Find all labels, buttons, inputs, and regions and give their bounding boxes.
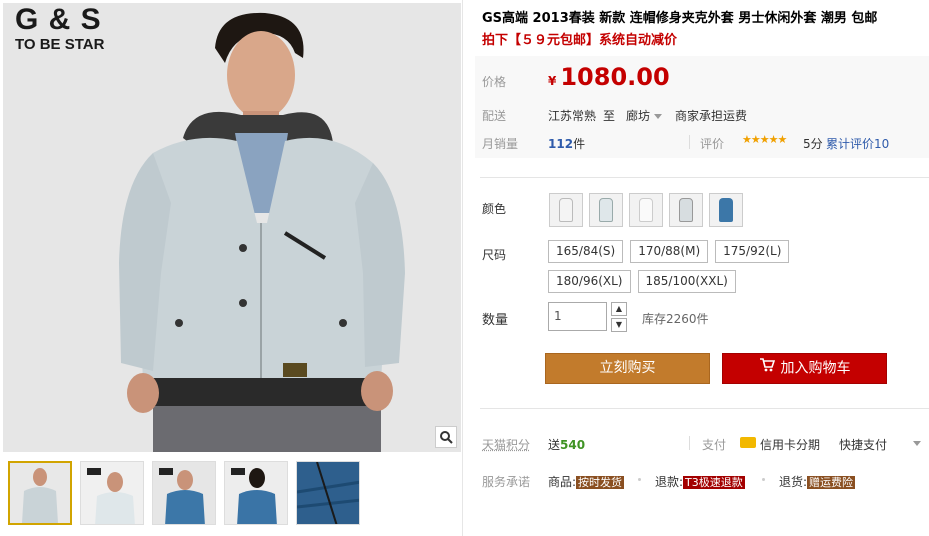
shipping-to-word: 至 [603, 109, 616, 123]
brand-logo-main: G & S [15, 3, 102, 36]
credit-card-icon [740, 437, 756, 448]
size-option[interactable]: 175/92(L) [715, 240, 790, 263]
divider [689, 135, 690, 149]
color-label: 颜色 [482, 202, 507, 216]
separator-dot [762, 478, 765, 481]
shipping-origin: 江苏常熟 [548, 109, 597, 123]
main-product-image[interactable]: G & S TO BE STAR [3, 3, 461, 452]
sales-unit: 件 [573, 137, 586, 151]
points-value: 送540 [548, 436, 585, 453]
product-title: GS高端 2013春装 新款 连帽修身夹克外套 男士休闲外套 潮男 包邮 [482, 11, 878, 26]
promise-prefix: 商品: [548, 475, 577, 489]
promise-prefix: 退款: [655, 475, 684, 489]
promise-item-refund[interactable]: 退款: T3极速退款 [655, 473, 745, 490]
color-swatch-5[interactable] [709, 193, 743, 227]
shipping-destination: 廊坊 [626, 109, 651, 123]
shipping-destination-select[interactable]: 廊坊 [626, 107, 663, 124]
size-label: 尺码 [482, 248, 507, 262]
divider [480, 177, 929, 178]
price-amount: 1080.00 [560, 63, 670, 91]
points-prefix: 送 [548, 438, 561, 452]
brand-logo: G & S TO BE STAR [15, 3, 105, 53]
promise-tag: 赠运费险 [807, 476, 856, 489]
sales-count: 112 [548, 137, 574, 151]
size-option[interactable]: 180/96(XL) [548, 270, 631, 293]
model-jacket-illustration [3, 3, 461, 452]
rating-score: 5分 [803, 137, 823, 151]
chevron-down-icon [654, 114, 663, 119]
divider [480, 408, 929, 409]
promise-tag: T3极速退款 [683, 476, 745, 489]
promise-item-shipping[interactable]: 商品: 按时发货 [548, 473, 625, 490]
buy-now-button[interactable]: 立刻购买 [545, 353, 710, 384]
promise-item-return[interactable]: 退货: 赠运费险 [779, 473, 856, 490]
credit-card-installment[interactable]: 信用卡分期 [760, 436, 820, 453]
cart-icon [759, 354, 775, 383]
payment-label: 支付 [702, 438, 727, 452]
quantity-label: 数量 [482, 313, 509, 328]
promo-text: 拍下【５９元包邮】系统自动减价 [482, 33, 678, 48]
add-to-cart-label: 加入购物车 [780, 360, 851, 377]
points-amount: 540 [560, 438, 586, 452]
thumbnail-1[interactable] [8, 461, 72, 525]
currency-symbol: ¥ [548, 74, 557, 88]
color-swatches [549, 193, 743, 227]
monthly-sales: 112件 [548, 135, 585, 152]
product-gallery: G & S TO BE STAR [0, 0, 463, 536]
thumbnail-2[interactable] [80, 461, 144, 525]
points-label[interactable]: 天猫积分 [482, 436, 530, 453]
chevron-down-icon[interactable] [913, 441, 921, 446]
size-option[interactable]: 170/88(M) [630, 240, 709, 263]
quick-pay[interactable]: 快捷支付 [839, 436, 887, 453]
price-label: 价格 [482, 75, 507, 89]
thumbnail-3[interactable] [152, 461, 216, 525]
thumbnail-strip [8, 461, 360, 525]
magnifier-icon[interactable] [435, 426, 457, 448]
star-rating-icon: ★★★★★ [742, 133, 787, 146]
sales-label: 月销量 [482, 137, 519, 151]
quantity-increase-button[interactable]: ▲ [611, 302, 627, 316]
brand-logo-tagline: TO BE STAR [15, 36, 105, 53]
promise-prefix: 退货: [779, 475, 808, 489]
color-swatch-2[interactable] [589, 193, 623, 227]
service-promise-label: 服务承诺 [482, 475, 531, 489]
separator-dot [638, 478, 641, 481]
quantity-decrease-button[interactable]: ▼ [611, 318, 627, 332]
divider [689, 436, 690, 450]
shipping-fee-text: 商家承担运费 [675, 109, 748, 123]
review-count-link[interactable]: 累计评价10 [826, 135, 889, 152]
price-value: ¥1080.00 [548, 63, 670, 91]
rating-label: 评价 [700, 137, 725, 151]
add-to-cart-button[interactable]: 加入购物车 [722, 353, 887, 384]
color-swatch-1[interactable] [549, 193, 583, 227]
promise-tag: 按时发货 [576, 476, 625, 489]
color-swatch-3[interactable] [629, 193, 663, 227]
thumbnail-5[interactable] [296, 461, 360, 525]
color-swatch-4[interactable] [669, 193, 703, 227]
size-option[interactable]: 185/100(XXL) [637, 270, 736, 293]
quantity-input[interactable]: 1 [548, 302, 607, 331]
size-options: 165/84(S) 170/88(M) 175/92(L) 180/96(XL)… [548, 240, 878, 293]
size-option[interactable]: 165/84(S) [548, 240, 624, 263]
thumbnail-4[interactable] [224, 461, 288, 525]
stock-count: 库存2260件 [642, 312, 709, 326]
shipping-label: 配送 [482, 109, 507, 123]
